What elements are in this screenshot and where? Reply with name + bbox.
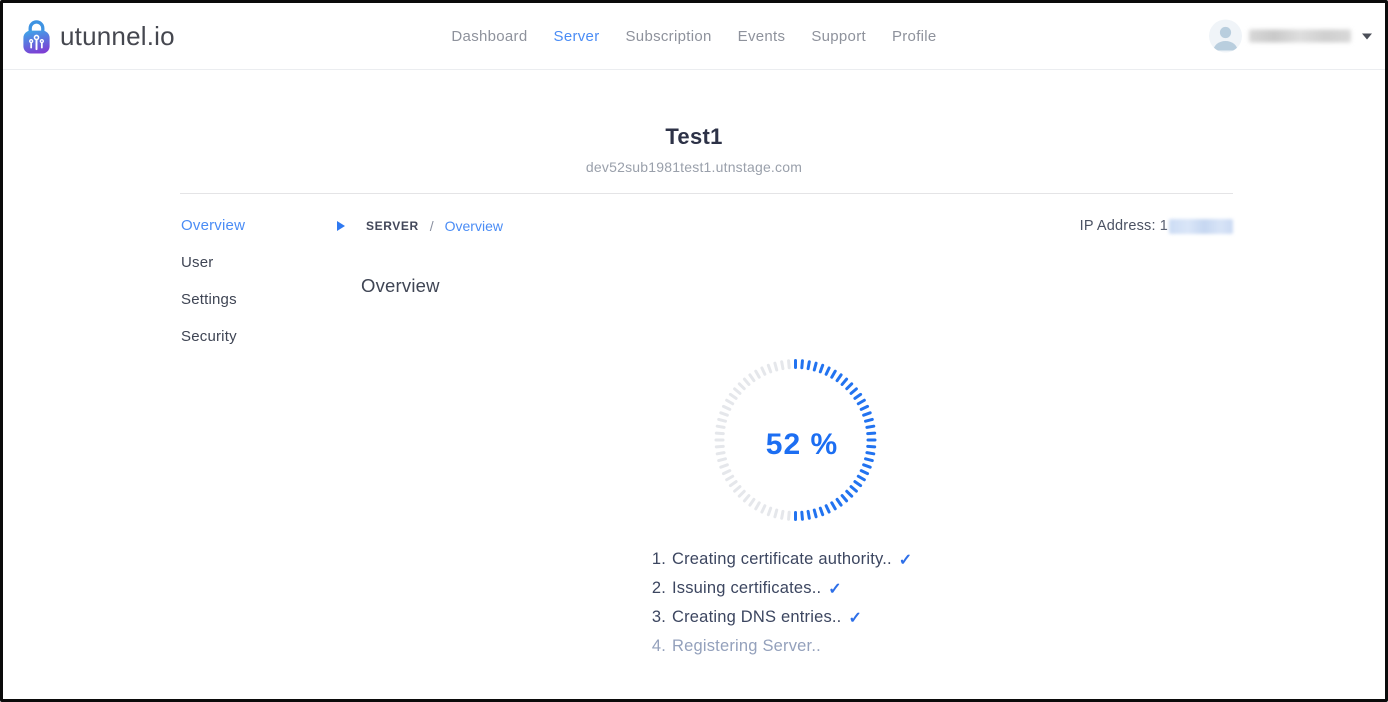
provision-progress-spinner: 52 % — [707, 352, 883, 528]
progress-tick — [794, 511, 797, 521]
breadcrumb-section: SERVER — [366, 219, 419, 233]
progress-tick — [794, 359, 797, 369]
step-label: Registering Server.. — [672, 637, 821, 656]
sidebar-item-user[interactable]: User — [181, 255, 245, 270]
progress-tick — [866, 439, 876, 442]
check-icon: ✓ — [899, 550, 913, 570]
nav-item-support[interactable]: Support — [811, 28, 866, 45]
breadcrumb: SERVER / Overview — [337, 218, 503, 234]
provision-step: 2. Issuing certificates.. ✓ — [648, 574, 912, 603]
sidebar-item-settings[interactable]: Settings — [181, 292, 245, 307]
step-label: Issuing certificates.. — [672, 579, 821, 598]
breadcrumb-separator: / — [430, 218, 434, 234]
app-window: utunnel.io Dashboard Server Subscription Ev… — [0, 0, 1388, 702]
nav-item-events[interactable]: Events — [738, 28, 786, 45]
content-divider — [180, 193, 1233, 194]
user-menu[interactable] — [1209, 20, 1372, 53]
ip-address-row: IP Address: 1 — [1080, 218, 1233, 234]
user-name-redacted — [1249, 30, 1351, 43]
step-number: 1. — [648, 550, 666, 569]
breadcrumb-page-link[interactable]: Overview — [445, 218, 503, 234]
check-icon: ✓ — [848, 608, 862, 628]
top-navbar: utunnel.io Dashboard Server Subscription Ev… — [3, 3, 1385, 70]
caret-down-icon[interactable] — [1362, 33, 1372, 39]
step-number: 3. — [648, 608, 666, 627]
server-sidebar: Overview User Settings Security — [181, 218, 245, 366]
progress-tick — [800, 359, 804, 369]
triangle-right-icon — [337, 221, 345, 231]
step-number: 2. — [648, 579, 666, 598]
check-icon: ✓ — [828, 579, 842, 599]
section-heading: Overview — [361, 275, 440, 297]
progress-tick — [714, 439, 724, 442]
sidebar-item-overview[interactable]: Overview — [181, 218, 245, 233]
padlock-gradient-icon — [20, 17, 53, 55]
server-name: Test1 — [3, 124, 1385, 150]
nav-item-server[interactable]: Server — [554, 28, 600, 45]
ip-address-redacted — [1169, 219, 1233, 234]
user-avatar-icon[interactable] — [1209, 20, 1242, 53]
progress-tick — [800, 511, 804, 521]
step-label: Creating certificate authority.. — [672, 550, 892, 569]
provision-steps-list: 1. Creating certificate authority.. ✓ 2. Iss… — [648, 545, 912, 661]
server-domain: dev52sub1981test1.utnstage.com — [3, 159, 1385, 175]
main-nav: Dashboard Server Subscription Events Support… — [451, 3, 936, 69]
ip-address-label: IP Address: — [1080, 218, 1156, 234]
provision-step: 4. Registering Server.. — [648, 632, 912, 661]
ip-address-prefix: 1 — [1160, 218, 1168, 234]
provision-step: 1. Creating certificate authority.. ✓ — [648, 545, 912, 574]
server-title-block: Test1 dev52sub1981test1.utnstage.com — [3, 124, 1385, 175]
progress-percent: 52 % — [707, 352, 883, 528]
provision-step: 3. Creating DNS entries.. ✓ — [648, 603, 912, 632]
step-label: Creating DNS entries.. — [672, 608, 841, 627]
step-number: 4. — [648, 637, 666, 656]
nav-item-subscription[interactable]: Subscription — [625, 28, 711, 45]
progress-tick — [786, 511, 790, 521]
logo-text: utunnel.io — [60, 21, 175, 52]
nav-item-profile[interactable]: Profile — [892, 28, 937, 45]
sidebar-item-security[interactable]: Security — [181, 329, 245, 344]
utunnel-logo[interactable]: utunnel.io — [20, 3, 175, 69]
progress-tick — [786, 359, 790, 369]
nav-item-dashboard[interactable]: Dashboard — [451, 28, 527, 45]
